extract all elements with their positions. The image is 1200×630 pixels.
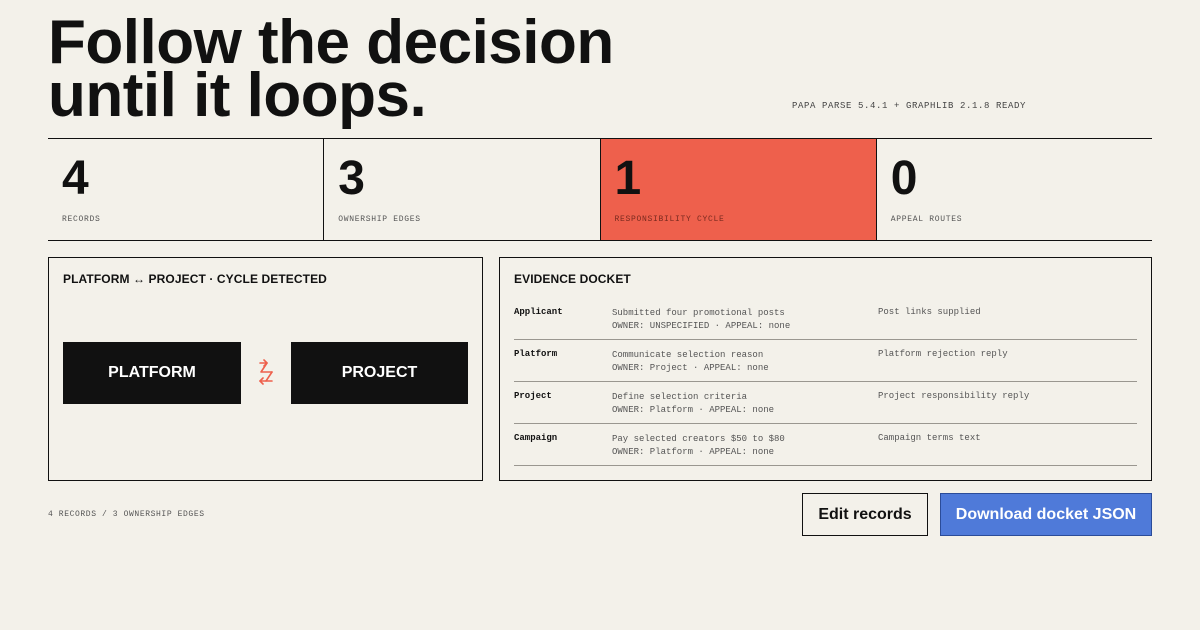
docket-row-duty: Define selection criteria (612, 392, 748, 402)
stat-label: RECORDS (62, 215, 101, 224)
docket-row-name: Platform (514, 349, 558, 359)
page-headline: Follow the decision until it loops. (48, 12, 614, 127)
footer-summary: 4 RECORDS / 3 OWNERSHIP EDGES (48, 510, 205, 519)
stat-label: OWNERSHIP EDGES (338, 215, 421, 224)
docket-row-meta: OWNER: UNSPECIFIED · APPEAL: none (612, 320, 791, 331)
docket-row-evidence: Post links supplied (878, 307, 981, 317)
docket-row[interactable]: Applicant Submitted four promotional pos… (514, 298, 1137, 340)
docket-row-description: Pay selected creators $50 to $80 OWNER: … (612, 433, 785, 458)
docket-row-evidence: Platform rejection reply (878, 349, 1008, 359)
stat-responsibility-cycle: 1 RESPONSIBILITY CYCLE (600, 139, 877, 240)
docket-row-name: Project (514, 391, 552, 401)
docket-row-description: Communicate selection reason OWNER: Proj… (612, 349, 769, 374)
docket-row-evidence: Campaign terms text (878, 433, 981, 443)
docket-row-meta: OWNER: Project · APPEAL: none (612, 362, 769, 373)
library-status: PAPA PARSE 5.4.1 + GRAPHLIB 2.1.8 READY (792, 101, 1027, 111)
swap-arrows-icon (259, 359, 273, 385)
stat-appeal-routes: 0 APPEAL ROUTES (877, 139, 1152, 240)
stat-value: 4 (62, 152, 89, 205)
docket-row-description: Define selection criteria OWNER: Platfor… (612, 391, 774, 416)
cycle-graph-panel: PLATFORM ↔ PROJECT · CYCLE DETECTED PLAT… (48, 257, 483, 481)
docket-table: Applicant Submitted four promotional pos… (514, 298, 1137, 466)
docket-row-duty: Submitted four promotional posts (612, 308, 785, 318)
panel-title: EVIDENCE DOCKET (514, 272, 631, 286)
evidence-docket-panel: EVIDENCE DOCKET Applicant Submitted four… (499, 257, 1152, 481)
docket-row-duty: Pay selected creators $50 to $80 (612, 434, 785, 444)
stat-records: 4 RECORDS (48, 139, 325, 240)
edit-records-button[interactable]: Edit records (802, 493, 928, 536)
docket-row[interactable]: Platform Communicate selection reason OW… (514, 340, 1137, 382)
panel-title: PLATFORM ↔ PROJECT · CYCLE DETECTED (63, 272, 327, 286)
stat-value: 1 (614, 152, 642, 205)
stat-ownership-edges: 3 OWNERSHIP EDGES (324, 139, 601, 240)
docket-row-name: Campaign (514, 433, 558, 443)
docket-row-evidence: Project responsibility reply (878, 391, 1030, 401)
docket-row-name: Applicant (514, 307, 563, 317)
docket-row[interactable]: Project Define selection criteria OWNER:… (514, 382, 1137, 424)
stat-value: 0 (890, 152, 918, 205)
docket-row[interactable]: Campaign Pay selected creators $50 to $8… (514, 424, 1137, 466)
docket-row-duty: Communicate selection reason (612, 350, 764, 360)
stat-label: APPEAL ROUTES (890, 215, 963, 224)
stat-value: 3 (338, 152, 365, 205)
docket-row-meta: OWNER: Platform · APPEAL: none (612, 404, 775, 415)
stats-row: 4 RECORDS 3 OWNERSHIP EDGES 1 RESPONSIBI… (48, 138, 1152, 241)
stat-label: RESPONSIBILITY CYCLE (614, 215, 725, 224)
docket-row-meta: OWNER: Platform · APPEAL: none (612, 446, 775, 457)
docket-row-description: Submitted four promotional posts OWNER: … (612, 307, 790, 332)
graph-node-platform[interactable]: PLATFORM (63, 342, 241, 404)
graph-node-project[interactable]: PROJECT (291, 342, 468, 404)
download-docket-json-button[interactable]: Download docket JSON (940, 493, 1152, 536)
